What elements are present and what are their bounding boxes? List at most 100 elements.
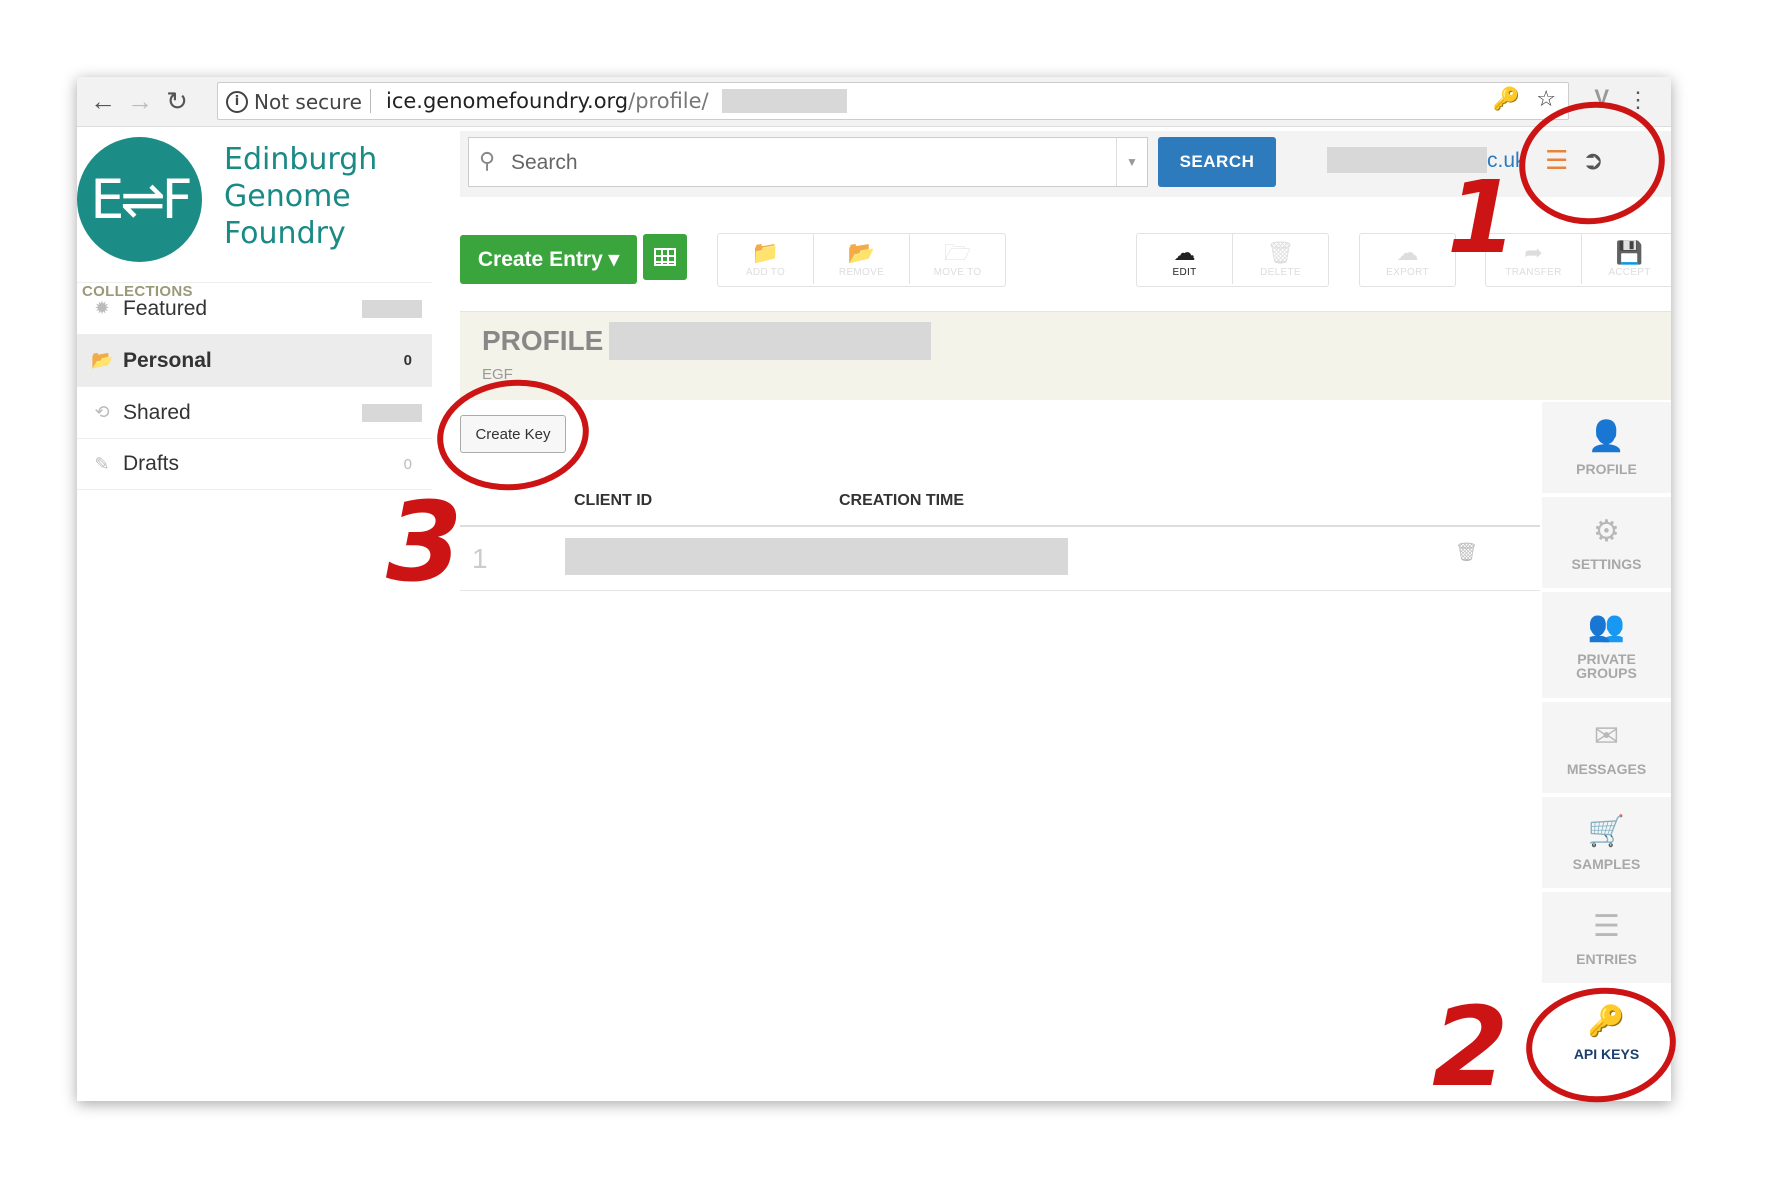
profile-subtitle: EGF <box>482 366 513 383</box>
logo-initials: E⇌F <box>90 168 192 231</box>
nav-label: PROFILE <box>1576 460 1637 477</box>
sidebar-item-featured[interactable]: ✹ Featured <box>77 282 432 334</box>
action-label: EDIT <box>1172 266 1197 278</box>
action-label: REMOVE <box>838 266 885 278</box>
collection-actions: 📁 ADD TO 📂 REMOVE 🗁 MOVE TO <box>717 233 1006 287</box>
action-label: DELETE <box>1260 266 1301 278</box>
sidebar-item-label: Drafts <box>123 452 180 475</box>
export-button[interactable]: ☁ EXPORT <box>1360 234 1455 284</box>
address-bar[interactable]: i Not secure ice.genomefoundry.org/profi… <box>217 82 1569 120</box>
reload-icon[interactable]: ↻ <box>161 85 193 117</box>
redacted-profile-name <box>609 322 931 360</box>
browser-toolbar: ← → ↻ i Not secure ice.genomefoundry.org… <box>77 77 1671 127</box>
redacted-user-email <box>1327 147 1487 173</box>
logo-line: Edinburgh <box>224 142 378 177</box>
sidebar-item-personal[interactable]: 📂 Personal 0 <box>77 334 432 386</box>
logo-line: Genome <box>224 179 351 214</box>
redacted-count <box>362 403 422 422</box>
redacted-client-id <box>565 538 1068 575</box>
search-button[interactable]: SEARCH <box>1158 137 1276 187</box>
nav-label: SETTINGS <box>1571 555 1642 572</box>
nav-entries[interactable]: ☰ ENTRIES <box>1542 892 1671 985</box>
delete-button[interactable]: 🗑 DELETE <box>1233 234 1328 284</box>
edit-actions: ☁ EDIT 🗑 DELETE <box>1136 233 1329 287</box>
nav-label: ENTRIES <box>1576 950 1637 967</box>
action-label: TRANSFER <box>1505 266 1562 278</box>
logo-wordmark[interactable]: Edinburgh Genome Foundry <box>224 141 377 252</box>
column-header-creation-time[interactable]: CREATION TIME <box>839 492 964 510</box>
grid-icon <box>654 248 676 266</box>
action-label: MOVE TO <box>933 266 982 278</box>
create-entry-button[interactable]: Create Entry ▾ <box>460 235 637 284</box>
url-text: ice.genomefoundry.org/profile/ <box>386 89 709 113</box>
security-indicator[interactable]: i Not secure <box>226 90 362 114</box>
sidebar-item-drafts[interactable]: ✎ Drafts 0 <box>77 438 432 490</box>
back-arrow-icon[interactable]: ← <box>87 85 119 117</box>
browser-window: ← → ↻ i Not secure ice.genomefoundry.org… <box>77 77 1671 1101</box>
sidebar-item-label: Featured <box>123 296 208 320</box>
nav-private-groups[interactable]: 👥 PRIVATE GROUPS <box>1542 592 1671 700</box>
create-key-button[interactable]: Create Key <box>460 415 566 453</box>
nav-label: MESSAGES <box>1566 760 1647 777</box>
sliders-icon[interactable]: ☰ <box>1545 145 1568 176</box>
folder-icon: 📁 <box>751 239 780 265</box>
table-view-button[interactable] <box>643 234 687 280</box>
table-row-divider <box>460 590 1540 591</box>
sidebar-item-count: 0 <box>403 352 412 369</box>
move-to-button[interactable]: 🗁 MOVE TO <box>910 234 1005 284</box>
remove-button[interactable]: 📂 REMOVE <box>814 234 910 284</box>
bookmark-star-icon[interactable]: ☆ <box>1536 87 1556 112</box>
action-label: ADD TO <box>745 266 786 278</box>
delete-key-trash-icon[interactable]: 🗑 <box>1455 542 1478 563</box>
security-label: Not secure <box>254 90 362 114</box>
transfer-button[interactable]: ➦ TRANSFER <box>1486 234 1582 284</box>
address-divider <box>370 89 371 113</box>
share-arrow-icon: ➦ <box>1524 239 1543 265</box>
open-folder-icon: 📂 <box>91 350 114 370</box>
add-to-button[interactable]: 📁 ADD TO <box>718 234 814 284</box>
key-icon: 🔑 <box>1587 1004 1626 1038</box>
cloud-download-icon: ☁ <box>1173 239 1196 265</box>
nav-settings[interactable]: ⚙ SETTINGS <box>1542 497 1671 590</box>
search-bar-area: ⚲ Search ▼ SEARCH c.uk ☰ ➲ <box>460 131 1671 197</box>
password-key-icon[interactable]: 🔑 <box>1493 87 1520 112</box>
action-label: EXPORT <box>1386 266 1429 278</box>
nav-label: SAMPLES <box>1572 855 1641 872</box>
sign-out-icon[interactable]: ➲ <box>1582 145 1604 176</box>
transfer-actions: ➦ TRANSFER 💾 ACCEPT <box>1485 233 1671 287</box>
user-email-link[interactable]: c.uk <box>1487 149 1526 173</box>
nav-profile[interactable]: 👤 PROFILE <box>1542 402 1671 495</box>
sidebar-item-label: Personal <box>123 348 212 372</box>
search-options-caret-icon[interactable]: ▼ <box>1116 138 1147 186</box>
extension-icon[interactable]: V <box>1594 85 1609 111</box>
cart-icon: 🛒 <box>1587 814 1626 848</box>
redacted-url-id <box>722 89 847 113</box>
nav-samples[interactable]: 🛒 SAMPLES <box>1542 797 1671 890</box>
forward-arrow-icon[interactable]: → <box>124 85 156 117</box>
nav-api-keys[interactable]: 🔑 API KEYS <box>1542 987 1671 1080</box>
sidebar-item-label: Shared <box>123 400 191 424</box>
egf-logo-mark[interactable]: E⇌F <box>77 137 202 262</box>
folder-outline-icon: 🗁 <box>943 239 972 265</box>
pencil-icon: ✎ <box>94 453 110 474</box>
nav-label: PRIVATE GROUPS <box>1576 651 1637 681</box>
edit-button[interactable]: ☁ EDIT <box>1137 234 1233 284</box>
browser-menu-icon[interactable]: ⋮ <box>1627 87 1649 113</box>
url-path: /profile/ <box>628 89 709 113</box>
table-header-divider <box>460 525 1540 527</box>
sidebar-item-shared[interactable]: ⟲ Shared <box>77 386 432 438</box>
nav-messages[interactable]: ✉ MESSAGES <box>1542 702 1671 795</box>
search-input[interactable]: ⚲ Search ▼ <box>468 137 1148 187</box>
logo-line: Foundry <box>224 216 346 251</box>
group-icon: 👥 <box>1587 610 1626 643</box>
url-host: ice.genomefoundry.org <box>386 89 629 113</box>
profile-header: PROFILE EGF <box>460 311 1671 400</box>
nav-label: API KEYS <box>1573 1045 1640 1062</box>
column-header-client-id[interactable]: CLIENT ID <box>574 492 652 510</box>
save-icon: 💾 <box>1615 239 1644 265</box>
accept-button[interactable]: 💾 ACCEPT <box>1582 234 1671 284</box>
row-index: 1 <box>472 543 488 574</box>
create-entry-label: Create Entry <box>477 247 603 271</box>
search-icon: ⚲ <box>479 148 496 173</box>
share-icon: ⟲ <box>94 402 110 422</box>
